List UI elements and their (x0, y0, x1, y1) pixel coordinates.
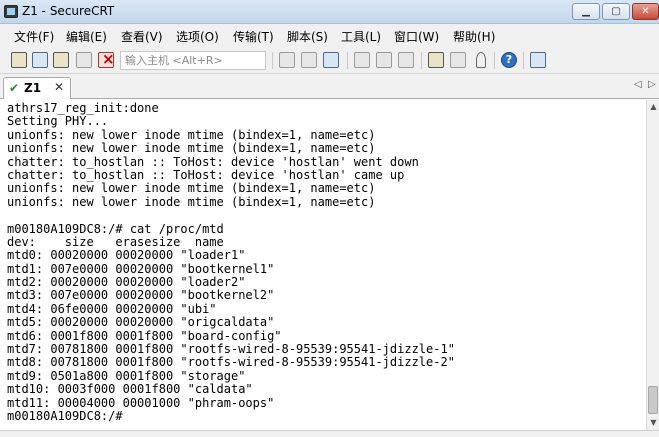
terminal-line: mtd2: 00020000 00020000 "loader2" (7, 275, 246, 290)
minimize-button[interactable]: ▁ (572, 3, 600, 20)
status-bar (0, 430, 659, 437)
connect-tab-icon[interactable] (53, 52, 69, 68)
tab-scroll-left-icon[interactable]: ◁ (634, 79, 642, 90)
scroll-thumb[interactable] (648, 386, 658, 414)
maximize-button[interactable]: ▢ (602, 3, 630, 20)
terminal-line: unionfs: new lower inode mtime (bindex=1… (7, 194, 376, 209)
terminal-line: mtd3: 007e0000 00020000 "bootkernel2" (7, 288, 275, 303)
terminal-line: mtd4: 06fe0000 00020000 "ubi" (7, 301, 217, 316)
terminal-line: mtd9: 0501a800 0001f800 "storage" (7, 368, 246, 383)
keymap-icon[interactable] (476, 52, 486, 68)
tab-scroll-right-icon[interactable]: ▷ (648, 79, 656, 90)
disconnect-icon[interactable] (98, 50, 115, 68)
terminal-line: Setting PHY... (7, 114, 109, 129)
menu-tools[interactable]: 工具(L) (341, 28, 381, 45)
terminal-line: mtd8: 00781800 0001f800 "rootfs-wired-8-… (7, 355, 455, 370)
terminal-line: chatter: to_hostlan :: ToHost: device 'h… (7, 154, 419, 169)
terminal-prompt-line: m00180A109DC8:/# (7, 408, 130, 423)
sftp-icon[interactable] (530, 52, 546, 68)
find-icon[interactable] (323, 52, 339, 68)
menu-help[interactable]: 帮助(H) (453, 28, 495, 45)
tab-z1[interactable]: ✔ Z1 ✕ (3, 77, 71, 99)
menu-view[interactable]: 查看(V) (121, 28, 163, 45)
terminal-line: athrs17_reg_init:done (7, 101, 159, 115)
window-title: Z1 - SecureCRT (22, 4, 115, 18)
terminal-line: m00180A109DC8:/# cat /proc/mtd (7, 221, 224, 236)
print-icon[interactable] (354, 52, 370, 68)
terminal-line: unionfs: new lower inode mtime (bindex=1… (7, 141, 376, 156)
scroll-down-arrow-icon[interactable]: ▼ (647, 416, 659, 430)
terminal-line: mtd11: 00004000 00001000 "phram-oops" (7, 395, 275, 410)
toolbar: ? (0, 46, 659, 74)
terminal-line: mtd7: 00781800 0001f800 "rootfs-wired-8-… (7, 342, 455, 357)
terminal-line: dev: size erasesize name (7, 234, 224, 249)
toolbar-separator (523, 52, 524, 69)
global-options-icon[interactable] (450, 52, 466, 68)
vertical-scrollbar[interactable]: ▲ ▼ (646, 100, 659, 430)
menu-options[interactable]: 选项(O) (176, 28, 219, 45)
menu-window[interactable]: 窗口(W) (394, 28, 439, 45)
menu-file[interactable]: 文件(F) (14, 28, 54, 45)
toolbar-separator (347, 52, 348, 69)
terminal-output[interactable]: athrs17_reg_init:done Setting PHY... uni… (0, 100, 646, 430)
reconnect-icon[interactable] (76, 52, 92, 68)
print-setup-icon[interactable] (376, 52, 392, 68)
menu-bar: 文件(F) 编辑(E) 查看(V) 选项(O) 传输(T) 脚本(S) 工具(L… (0, 24, 659, 46)
terminal-line: unionfs: new lower inode mtime (bindex=1… (7, 127, 376, 142)
toolbar-separator (421, 52, 422, 69)
session-options-icon[interactable] (428, 52, 444, 68)
tab-close-icon[interactable]: ✕ (54, 80, 64, 94)
tab-strip: ✔ Z1 ✕ (0, 74, 659, 99)
terminal-line: chatter: to_hostlan :: ToHost: device 'h… (7, 167, 405, 182)
tab-label: Z1 (24, 81, 42, 95)
menu-script[interactable]: 脚本(S) (287, 28, 328, 45)
terminal-line: mtd5: 00020000 00020000 "origcaldata" (7, 315, 275, 330)
connected-check-icon: ✔ (9, 81, 20, 95)
paste-icon[interactable] (301, 52, 317, 68)
terminal-line: mtd6: 0001f800 0001f800 "board-config" (7, 328, 282, 343)
print-screen-icon[interactable] (398, 52, 414, 68)
menu-transfer[interactable]: 传输(T) (233, 28, 274, 45)
copy-icon[interactable] (279, 52, 295, 68)
terminal-line: mtd10: 0003f000 0001f800 "caldata" (7, 382, 253, 397)
close-window-button[interactable]: ✕ (632, 3, 659, 20)
menu-edit[interactable]: 编辑(E) (66, 28, 107, 45)
host-input[interactable] (120, 51, 266, 70)
terminal-line: mtd1: 007e0000 00020000 "bootkernel1" (7, 261, 275, 276)
terminal-line: unionfs: new lower inode mtime (bindex=1… (7, 181, 376, 196)
help-icon[interactable]: ? (501, 52, 517, 68)
title-bar: Z1 - SecureCRT ▁ ▢ ✕ (0, 0, 659, 24)
scroll-up-arrow-icon[interactable]: ▲ (647, 100, 659, 114)
terminal-line: mtd0: 00020000 00020000 "loader1" (7, 248, 246, 263)
toolbar-separator (272, 52, 273, 69)
securecrt-app-icon[interactable] (4, 5, 18, 18)
quick-connect-icon[interactable] (32, 52, 48, 68)
connect-icon[interactable] (11, 52, 27, 68)
toolbar-separator (494, 52, 495, 69)
